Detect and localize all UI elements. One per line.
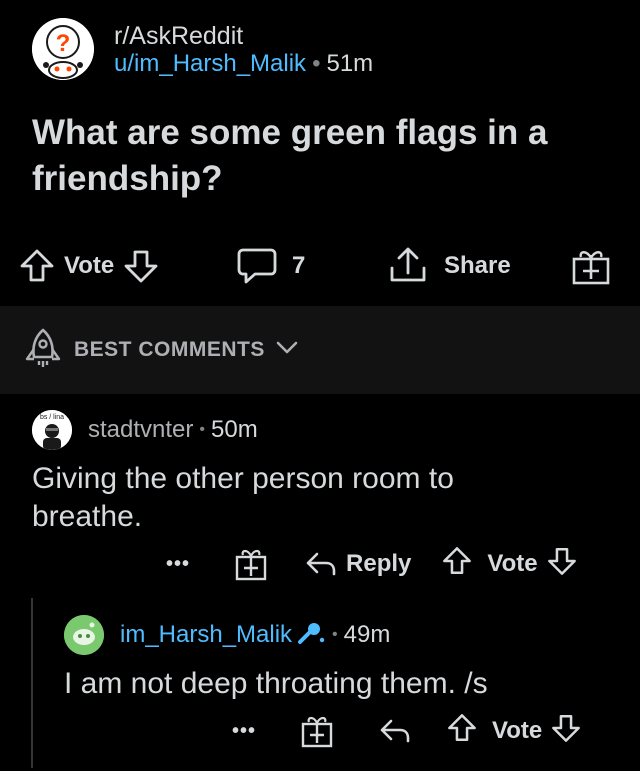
- comment-header: bs / lina stadtvnter • 50m: [32, 410, 258, 450]
- user-avatar[interactable]: bs / lina: [32, 410, 72, 450]
- share-label: Share: [444, 252, 511, 279]
- upvote-icon[interactable]: [441, 545, 473, 584]
- comment-age: 50m: [211, 416, 258, 443]
- award-gift-icon[interactable]: [234, 546, 268, 582]
- subreddit-name[interactable]: r/AskReddit: [114, 22, 243, 51]
- post-author-link[interactable]: u/im_Harsh_Malik: [114, 50, 306, 77]
- rocket-icon: [24, 327, 62, 374]
- vote-control: Vote: [18, 240, 160, 292]
- comment-bubble-icon: [236, 246, 278, 286]
- reply-label: Reply: [346, 550, 412, 577]
- award-gift-icon[interactable]: [300, 713, 334, 749]
- post-action-bar: Vote 7 Share: [0, 240, 640, 292]
- share-icon: [388, 246, 428, 286]
- post-header: ? r/AskReddit u/im_Harsh_Malik • 51m: [32, 18, 612, 80]
- comment-author[interactable]: im_Harsh_Malik: [120, 621, 292, 649]
- comment-actions: ••• Reply Vote: [166, 540, 578, 588]
- upvote-icon[interactable]: [18, 247, 56, 285]
- reply-arrow-icon: [306, 552, 336, 576]
- vote-control: Vote: [441, 545, 577, 584]
- award-gift-icon: [570, 245, 612, 287]
- user-avatar[interactable]: [64, 615, 104, 655]
- chevron-down-icon: [275, 340, 299, 361]
- separator-dot: •: [199, 421, 205, 438]
- comment-header: im_Harsh_Malik • 49m: [64, 615, 390, 655]
- comment-body: I am not deep throating them. /s: [64, 667, 488, 700]
- subreddit-avatar[interactable]: ?: [32, 18, 94, 80]
- post-meta: u/im_Harsh_Malik • 51m: [114, 50, 373, 78]
- comment-actions: ••• Vote: [232, 707, 582, 755]
- reply-button[interactable]: [378, 716, 412, 746]
- askreddit-logo-icon: ?: [32, 18, 94, 80]
- downvote-icon[interactable]: [122, 247, 160, 285]
- comment-sort-bar[interactable]: BEST COMMENTS: [0, 306, 640, 394]
- vote-control: Vote: [446, 712, 582, 751]
- downvote-icon[interactable]: [546, 545, 578, 584]
- snoo-avatar-icon: [64, 615, 104, 655]
- op-microphone-icon: [296, 620, 326, 651]
- downvote-icon[interactable]: [550, 712, 582, 751]
- comments-button[interactable]: 7: [236, 240, 313, 292]
- post-age: 51m: [326, 50, 374, 77]
- thread-indent-line: [31, 598, 33, 768]
- separator-dot: •: [312, 50, 321, 77]
- more-options-button[interactable]: •••: [166, 553, 190, 576]
- share-button[interactable]: Share: [388, 240, 519, 292]
- post-title: What are some green flags in a friendshi…: [32, 113, 548, 198]
- comment-count: 7: [292, 252, 306, 279]
- separator-dot: •: [332, 626, 338, 643]
- comment-author[interactable]: stadtvnter: [88, 416, 193, 444]
- more-options-button[interactable]: •••: [232, 720, 256, 743]
- reply-arrow-icon: [380, 719, 410, 743]
- comment-body: Giving the other person room to breathe.: [32, 462, 454, 533]
- award-button[interactable]: [570, 240, 612, 292]
- sort-label: BEST COMMENTS: [74, 338, 265, 361]
- vote-label: Vote: [64, 252, 115, 279]
- upvote-icon[interactable]: [446, 712, 478, 751]
- vote-label: Vote: [492, 717, 543, 744]
- snoo-avatar-icon: bs / lina: [32, 410, 72, 450]
- comment-age: 49m: [343, 621, 391, 648]
- svg-text:?: ?: [56, 30, 71, 57]
- reply-button[interactable]: Reply: [304, 549, 411, 579]
- vote-label: Vote: [487, 550, 538, 577]
- avatar-caption: bs / lina: [40, 414, 64, 421]
